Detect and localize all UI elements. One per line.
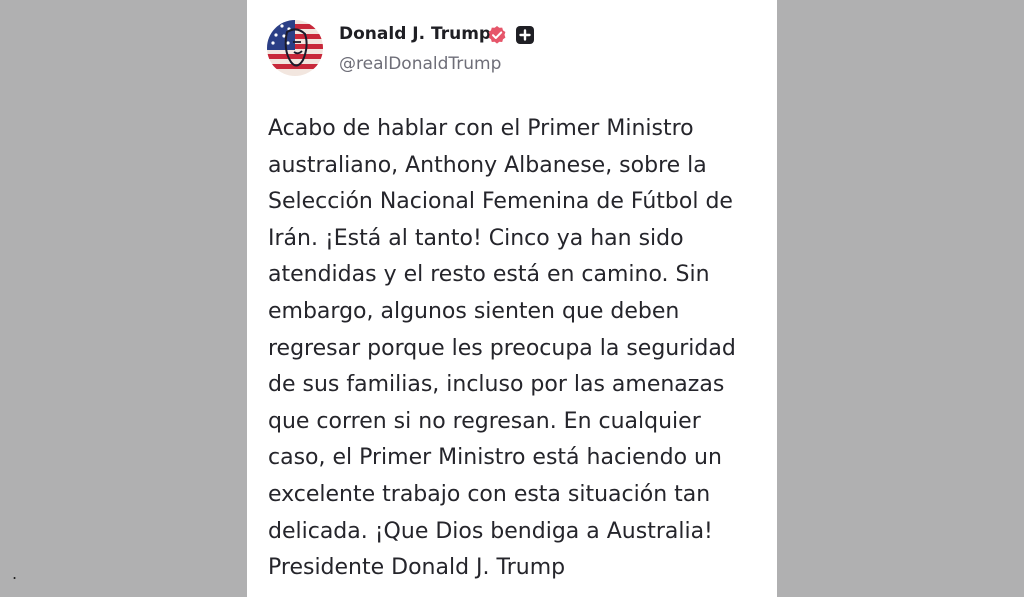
post-text-line: regresar porque les preocupa la segurida… bbox=[268, 335, 736, 361]
post-text-line: Presidente Donald J. Trump bbox=[268, 555, 566, 581]
flag-portrait-avatar-icon bbox=[267, 20, 323, 76]
post-text-line: embargo, algunos sienten que deben bbox=[268, 298, 680, 324]
post-card: Donald J. Trump @realDonaldTrump Acabo d… bbox=[247, 0, 777, 597]
post-text-line: de sus familias, incluso por las amenaza… bbox=[268, 372, 725, 398]
avatar[interactable] bbox=[267, 20, 323, 76]
post-text-line: Irán. ¡Está al tanto! Cinco ya han sido bbox=[268, 225, 684, 251]
verified-badge-icon bbox=[488, 26, 506, 44]
post-text-line: Acabo de hablar con el Primer Ministro bbox=[268, 116, 694, 141]
post-text-line: australiano, Anthony Albanese, sobre la bbox=[268, 152, 707, 178]
post-text: Acabo de hablar con el Primer Ministro a… bbox=[268, 111, 773, 587]
stray-dot: . bbox=[12, 564, 18, 583]
plus-square-icon[interactable] bbox=[516, 26, 534, 44]
post-text-line: que corren si no regresan. En cualquier bbox=[268, 408, 701, 434]
display-name[interactable]: Donald J. Trump bbox=[339, 24, 491, 44]
post-text-line: Selección Nacional Femenina de Fútbol de bbox=[268, 189, 733, 215]
post-text-line: caso, el Primer Ministro está haciendo u… bbox=[268, 445, 722, 471]
post-text-line: excelente trabajo con esta situación tan bbox=[268, 481, 711, 507]
post-text-line: delicada. ¡Que Dios bendiga a Australia! bbox=[268, 518, 713, 544]
post-text-line: atendidas y el resto está en camino. Sin bbox=[268, 262, 710, 288]
user-handle[interactable]: @realDonaldTrump bbox=[339, 54, 501, 74]
